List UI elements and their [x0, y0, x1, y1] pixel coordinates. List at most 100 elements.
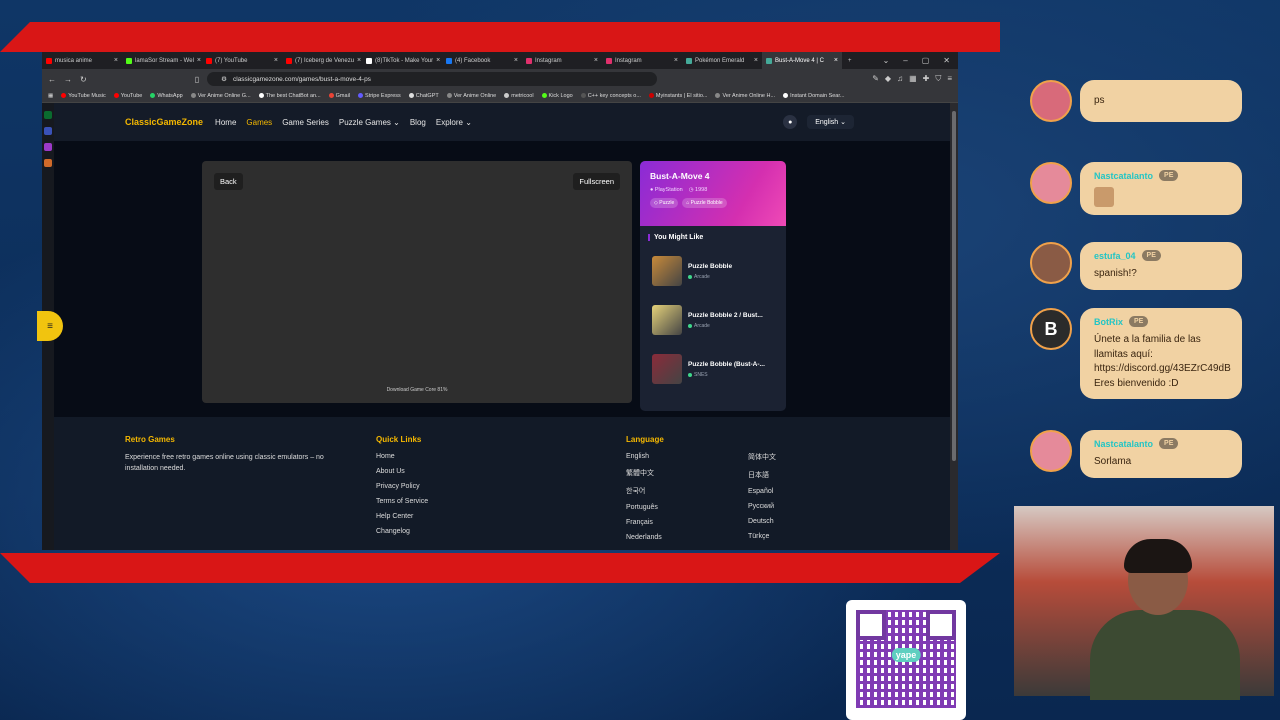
browser-tab[interactable]: lamaSor Stream - Wel × [122, 52, 202, 69]
nav-blog[interactable]: Blog [410, 118, 426, 127]
close-tab-icon[interactable]: × [594, 57, 598, 64]
language-link[interactable]: 繁體中文 [626, 468, 664, 478]
bookmark-item[interactable]: Stripe Express [358, 93, 401, 99]
bookmark-item[interactable]: WhatsApp [150, 93, 183, 99]
browser-tab[interactable]: Instagram × [602, 52, 682, 69]
close-tab-icon[interactable]: × [754, 57, 758, 64]
nav-home[interactable]: Home [215, 118, 236, 127]
bookmark-item[interactable]: Instant Domain Sear... [783, 93, 844, 99]
browser-tab[interactable]: (4) Facebook × [442, 52, 522, 69]
browser-tab[interactable]: (7) YouTube × [202, 52, 282, 69]
language-link[interactable]: 简体中文 [748, 452, 776, 462]
messenger-icon[interactable] [44, 127, 52, 135]
footer-link[interactable]: Home [376, 453, 428, 460]
extension-side-icon[interactable] [44, 159, 52, 167]
bookmark-item[interactable]: C++ key concepts o... [580, 93, 641, 99]
close-tab-icon[interactable]: × [197, 57, 201, 64]
tab-search-icon[interactable]: ⌄ [883, 56, 890, 65]
nav-games[interactable]: Games [246, 118, 272, 127]
language-link[interactable]: Nederlands [626, 534, 664, 541]
browser-tab[interactable]: (7) Iceberg de Venezu × [282, 52, 362, 69]
language-link[interactable]: Español [748, 488, 776, 495]
site-logo[interactable]: ClassicGameZone [125, 117, 203, 127]
shield-icon[interactable]: ⛉ [935, 74, 941, 84]
bookmark-item[interactable]: YouTube [113, 93, 142, 99]
menu-icon[interactable]: ≡ [947, 74, 952, 84]
browser-tab[interactable]: (8)TikTok - Make Your × [362, 52, 442, 69]
back-button[interactable]: Back [214, 173, 243, 190]
footer-link[interactable]: Changelog [376, 528, 428, 535]
language-link[interactable]: Deutsch [748, 518, 776, 525]
footer-link[interactable]: Privacy Policy [376, 483, 428, 490]
tab-label: (7) Iceberg de Venezu [295, 57, 355, 64]
browser-tab[interactable]: Bust-A-Move 4 | C × [762, 52, 842, 69]
forward-arrow-icon[interactable]: → [64, 75, 72, 84]
bookmark-item[interactable]: metricool [504, 93, 534, 99]
close-tab-icon[interactable]: × [514, 57, 518, 64]
language-link[interactable]: English [626, 453, 664, 460]
recommendation-item[interactable]: Puzzle Bobble Arcade [640, 252, 786, 290]
user-icon[interactable]: ● [783, 115, 798, 129]
bookmark-tab-icon[interactable]: ▯ [195, 75, 199, 84]
scrollbar-thumb[interactable] [952, 111, 956, 461]
game-player[interactable]: Back Fullscreen Download Game Core 81% [202, 161, 632, 403]
bookmark-item[interactable]: Gmail [328, 93, 350, 99]
apps-grid-icon[interactable]: ▦ [48, 93, 53, 99]
site-info-icon[interactable]: ⚙ [221, 75, 227, 83]
bookmark-item[interactable]: ChatGPT [408, 92, 439, 99]
pen-icon[interactable]: ✎ [872, 74, 879, 84]
minimize-icon[interactable]: – [903, 56, 907, 65]
tag-puzzle-bobble[interactable]: ⌂ Puzzle Bobble [682, 198, 727, 208]
bookmark-item[interactable]: The best ChatBot an... [258, 93, 321, 99]
language-link[interactable]: Русский [748, 503, 776, 510]
whatsapp-icon[interactable] [44, 111, 52, 119]
language-link[interactable]: Português [626, 504, 664, 511]
browser-tab[interactable]: musica anime × [42, 52, 122, 69]
bookmark-item[interactable]: Ver Anime Online [446, 93, 496, 99]
puzzle-icon[interactable]: ✚ [923, 74, 930, 84]
close-tab-icon[interactable]: × [357, 57, 361, 64]
instagram-icon[interactable] [44, 143, 52, 151]
bookmark-item[interactable]: Ver Anime Online G... [190, 93, 251, 99]
new-tab-icon[interactable]: + [842, 58, 858, 64]
bookmark-item[interactable]: YouTube Music [61, 93, 106, 99]
bookmark-item[interactable]: Myinstants | El sitio... [648, 93, 707, 99]
browser-tab[interactable]: Instagram × [522, 52, 602, 69]
close-tab-icon[interactable]: × [834, 57, 838, 64]
close-tab-icon[interactable]: × [436, 57, 440, 64]
footer-link[interactable]: Help Center [376, 513, 428, 520]
recommendation-item[interactable]: Puzzle Bobble 2 / Bust... Arcade [640, 301, 786, 339]
qr-icon[interactable]: ▦ [909, 74, 917, 84]
bookmark-label: ChatGPT [415, 92, 439, 99]
browser-tab[interactable]: Pokémon Emerald × [682, 52, 762, 69]
language-link[interactable]: Türkçe [748, 533, 776, 540]
close-tab-icon[interactable]: × [274, 57, 278, 64]
nav-puzzle-games[interactable]: Puzzle Games ⌄ [339, 118, 400, 127]
fullscreen-button[interactable]: Fullscreen [573, 173, 620, 190]
bookmark-item[interactable]: Kick Logo [541, 93, 573, 99]
close-tab-icon[interactable]: × [114, 57, 118, 64]
bookmark-favicon-icon [504, 93, 510, 98]
bookmark-item[interactable]: Ver Anime Online H... [715, 93, 775, 99]
language-link[interactable]: Français [626, 519, 664, 526]
close-tab-icon[interactable]: × [674, 57, 678, 64]
chat-username: BotRix PE [1094, 316, 1228, 327]
back-arrow-icon[interactable]: ← [48, 75, 56, 84]
page-scrollbar[interactable] [950, 103, 958, 550]
recommendation-item[interactable]: Puzzle Bobble (Bust-A-... SNES [640, 350, 786, 388]
extension-icon[interactable]: ◆ [885, 74, 891, 84]
music-icon[interactable]: ♫ [897, 74, 903, 84]
footer-link[interactable]: About Us [376, 468, 428, 475]
nav-explore[interactable]: Explore ⌄ [436, 118, 472, 127]
nav-game-series[interactable]: Game Series [282, 118, 329, 127]
footer-link[interactable]: Terms of Service [376, 498, 428, 505]
tag-puzzle[interactable]: ◇ Puzzle [650, 198, 679, 208]
language-link[interactable]: 日本語 [748, 470, 776, 480]
language-selector[interactable]: English ⌄ [807, 115, 854, 129]
close-window-icon[interactable]: ✕ [943, 56, 950, 65]
address-bar[interactable]: ⚙ classicgamezone.com/games/bust-a-move-… [207, 72, 658, 86]
stream-chat: ps Nastcatalanto PE estufa_04 PE spanish!? B Bo… [1000, 80, 1280, 500]
language-link[interactable]: 한국어 [626, 486, 664, 496]
maximize-icon[interactable]: ▢ [922, 56, 930, 65]
reload-icon[interactable]: ↻ [80, 75, 87, 84]
